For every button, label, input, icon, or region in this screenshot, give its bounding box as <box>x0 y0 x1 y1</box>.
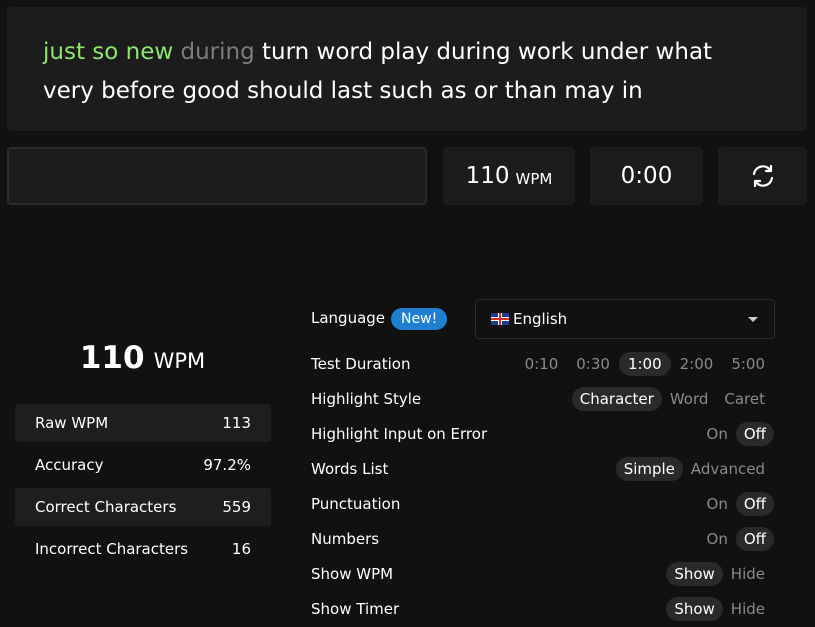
timer-display: 0:00 <box>590 147 703 205</box>
option-show-wpm-show[interactable]: Show <box>666 562 723 586</box>
option-duration-2-00[interactable]: 2:00 <box>671 352 723 376</box>
option-highlight-error-on[interactable]: On <box>699 422 736 446</box>
result-wpm: 110 WPM <box>15 340 270 376</box>
result-row-accuracy: Accuracy 97.2% <box>15 446 271 484</box>
option-numbers-on[interactable]: On <box>699 527 736 551</box>
words-display: just so new during turn word play during… <box>7 7 807 131</box>
option-highlight-word[interactable]: Word <box>662 387 717 411</box>
typed-words: just so new <box>43 39 181 65</box>
upcoming-words-line-2: very before good should last such as or … <box>43 78 643 104</box>
setting-highlight-input-error-label: Highlight Input on Error <box>311 425 488 443</box>
option-numbers-off[interactable]: Off <box>735 527 774 551</box>
option-duration-0-10[interactable]: 0:10 <box>516 352 568 376</box>
language-selected: English <box>513 310 568 328</box>
result-value: 16 <box>231 540 251 558</box>
option-duration-5-00[interactable]: 5:00 <box>722 352 774 376</box>
test-duration-options: 0:10 0:30 1:00 2:00 5:00 <box>516 352 774 376</box>
restart-icon <box>752 164 773 188</box>
punctuation-options: On Off <box>699 492 774 516</box>
option-punctuation-on[interactable]: On <box>699 492 736 516</box>
option-show-wpm-hide[interactable]: Hide <box>723 562 773 586</box>
numbers-options: On Off <box>699 527 774 551</box>
setting-numbers-label: Numbers <box>311 530 380 548</box>
option-highlight-character[interactable]: Character <box>571 387 662 411</box>
chevron-down-icon <box>748 317 758 322</box>
show-wpm-options: Show Hide <box>666 562 773 586</box>
upcoming-words-line-1: turn word play during work under what <box>254 39 713 65</box>
result-value: 113 <box>222 414 251 432</box>
option-highlight-error-off[interactable]: Off <box>735 422 774 446</box>
live-wpm-unit: WPM <box>515 169 553 188</box>
option-words-advanced[interactable]: Advanced <box>683 457 773 481</box>
language-select[interactable]: English <box>475 299 775 339</box>
result-label: Incorrect Characters <box>35 540 189 558</box>
setting-language-label: Language <box>311 309 386 327</box>
result-label: Raw WPM <box>35 414 109 432</box>
timer-value: 0:00 <box>620 163 673 189</box>
result-value: 97.2% <box>203 456 251 474</box>
result-row-incorrect-characters: Incorrect Characters 16 <box>15 530 271 568</box>
result-row-raw-wpm: Raw WPM 113 <box>15 404 271 442</box>
setting-show-timer-label: Show Timer <box>311 600 400 618</box>
words-line-2: very before good should last such as or … <box>43 72 771 111</box>
show-timer-options: Show Hide <box>666 597 773 621</box>
option-duration-1-00[interactable]: 1:00 <box>618 352 671 376</box>
live-wpm-value: 110 <box>465 163 510 189</box>
live-wpm-display: 110 WPM <box>443 147 575 205</box>
setting-test-duration-label: Test Duration <box>311 355 411 373</box>
new-badge: New! <box>391 308 448 330</box>
words-line-1: just so new during turn word play during… <box>43 33 771 72</box>
highlight-input-error-options: On Off <box>699 422 774 446</box>
option-punctuation-off[interactable]: Off <box>735 492 774 516</box>
result-label: Accuracy <box>35 456 104 474</box>
option-duration-0-30[interactable]: 0:30 <box>567 352 619 376</box>
option-highlight-caret[interactable]: Caret <box>716 387 773 411</box>
setting-language: Language New! <box>311 308 448 330</box>
typing-input[interactable] <box>7 147 427 205</box>
setting-show-wpm-label: Show WPM <box>311 565 394 583</box>
result-row-correct-characters: Correct Characters 559 <box>15 488 271 526</box>
setting-highlight-style-label: Highlight Style <box>311 390 422 408</box>
setting-words-list-label: Words List <box>311 460 389 478</box>
uk-flag-icon <box>491 313 509 325</box>
result-wpm-value: 110 <box>79 340 145 376</box>
result-wpm-unit: WPM <box>153 349 206 373</box>
current-word: during <box>180 39 255 65</box>
restart-button[interactable] <box>718 147 807 205</box>
setting-punctuation-label: Punctuation <box>311 495 401 513</box>
option-show-timer-show[interactable]: Show <box>666 597 723 621</box>
words-list-options: Simple Advanced <box>615 457 773 481</box>
option-show-timer-hide[interactable]: Hide <box>723 597 773 621</box>
result-label: Correct Characters <box>35 498 177 516</box>
result-value: 559 <box>222 498 251 516</box>
option-words-simple[interactable]: Simple <box>615 457 683 481</box>
highlight-style-options: Character Word Caret <box>571 387 773 411</box>
